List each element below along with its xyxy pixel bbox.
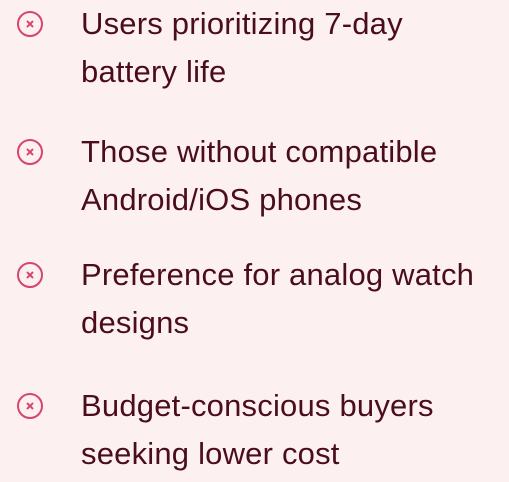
list-item-label: Those without compatible Android/iOS pho… — [81, 134, 438, 217]
circle-x-icon — [17, 139, 43, 165]
circle-x-icon — [17, 262, 43, 288]
list-item: Users prioritizing 7-day battery life — [0, 0, 509, 100]
list-item-label: Budget-conscious buyers seeking lower co… — [81, 388, 434, 471]
circle-x-icon — [17, 11, 43, 37]
list-item-label: Users prioritizing 7-day battery life — [81, 6, 403, 89]
list-item: Those without compatible Android/iOS pho… — [0, 128, 509, 228]
list-item-label: Preference for analog watch designs — [81, 257, 475, 340]
list-item: Budget-conscious buyers seeking lower co… — [0, 382, 509, 482]
list-item: Preference for analog watch designs — [0, 251, 509, 351]
circle-x-icon — [17, 393, 43, 419]
